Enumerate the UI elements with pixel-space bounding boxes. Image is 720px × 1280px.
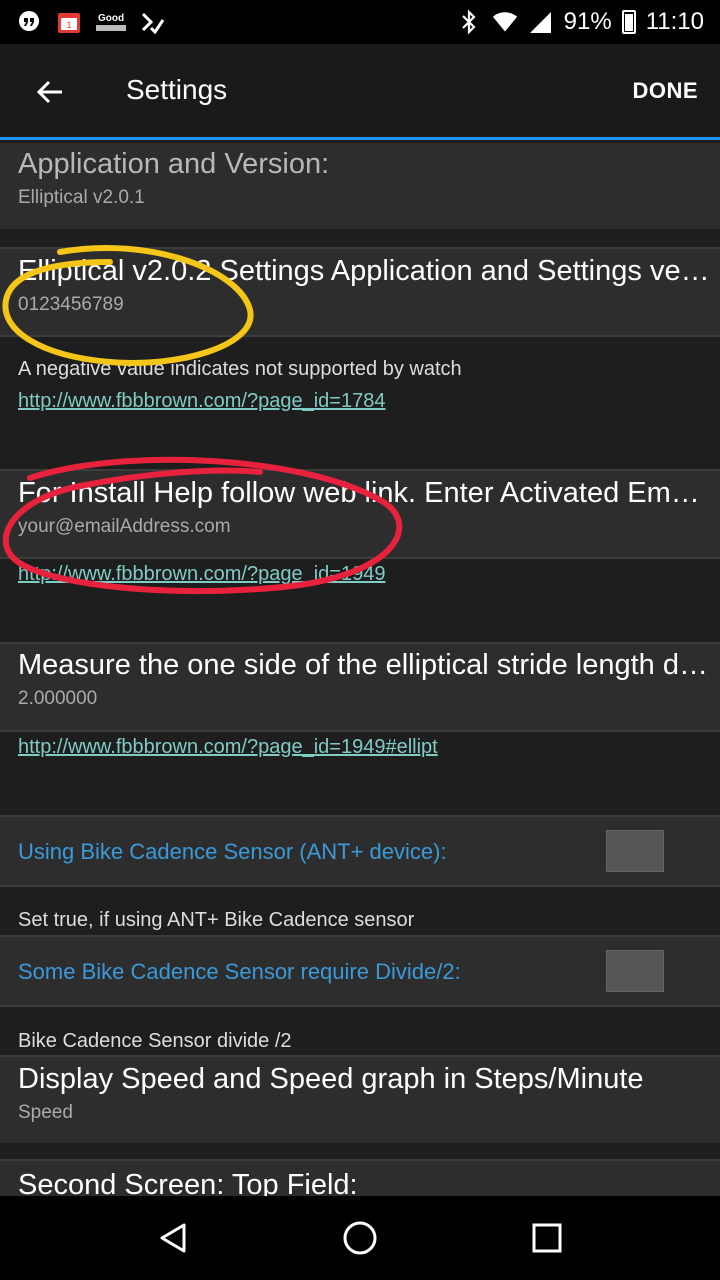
bluetooth-icon (456, 9, 482, 35)
setting-speed[interactable]: Display Speed and Speed graph in Steps/M… (0, 1057, 720, 1143)
back-button[interactable] (28, 70, 72, 114)
setting-app-version: Application and Version: Elliptical v2.0… (0, 143, 720, 229)
setting-value: Elliptical v2.0.1 (18, 187, 145, 208)
checklist-icon (140, 9, 166, 35)
setting-title: Second Screen: Top Field: (18, 1169, 358, 1196)
setting-note: Bike Cadence Sensor divide /2 (0, 1030, 720, 1053)
setting-title: Display Speed and Speed graph in Steps/M… (18, 1063, 644, 1095)
setting-title: Elliptical v2.0.2 Settings Application a… (18, 255, 714, 287)
page-title: Settings (126, 74, 228, 105)
setting-divide[interactable]: Some Bike Cadence Sensor require Divide/… (0, 937, 720, 1005)
setting-note: Set true, if using ANT+ Bike Cadence sen… (0, 909, 720, 932)
setting-value: Speed (18, 1102, 73, 1123)
cell-signal-icon (528, 9, 554, 35)
setting-value: 0123456789 (18, 294, 124, 315)
bike-sensor-checkbox[interactable] (606, 830, 664, 872)
wifi-icon (492, 9, 518, 35)
setting-title: Application and Version: (18, 148, 330, 180)
setting-value: 2.000000 (18, 688, 98, 709)
divider (0, 1005, 720, 1007)
square-recents-icon (532, 1223, 562, 1253)
divider (0, 885, 720, 887)
triangle-back-icon (160, 1223, 186, 1253)
link-1784[interactable]: http://www.fbbbrown.com/?page_id=1784 (18, 390, 385, 412)
app-bar: Settings DONE (0, 44, 720, 140)
help-link: http://www.fbbbrown.com/?page_id=1949#el… (0, 736, 720, 759)
nav-back-button[interactable] (148, 1213, 198, 1263)
done-button[interactable]: DONE (632, 78, 698, 104)
setting-value: your@emailAddress.com (18, 516, 231, 537)
circle-home-icon (343, 1221, 377, 1255)
help-link: http://www.fbbbrown.com/?page_id=1949 (0, 563, 720, 586)
help-note: A negative value indicates not supported… (0, 358, 720, 381)
divider (0, 335, 720, 337)
setting-title: For Install Help follow web link. Enter … (18, 477, 714, 509)
link-ellipt[interactable]: http://www.fbbbrown.com/?page_id=1949#el… (18, 736, 438, 758)
back-arrow-icon (36, 80, 62, 104)
setting-settings-version[interactable]: Elliptical v2.0.2 Settings Application a… (0, 249, 720, 335)
divide-checkbox[interactable] (606, 950, 664, 992)
help-link: http://www.fbbbrown.com/?page_id=1784 (0, 390, 720, 413)
svg-text:1: 1 (66, 20, 71, 30)
link-1949[interactable]: http://www.fbbbrown.com/?page_id=1949 (18, 563, 385, 585)
note-text: Set true, if using ANT+ Bike Cadence sen… (18, 909, 415, 931)
battery-icon (621, 10, 636, 34)
setting-title: Measure the one side of the elliptical s… (18, 649, 714, 681)
note-text: Bike Cadence Sensor divide /2 (18, 1030, 292, 1052)
setting-bike-sensor[interactable]: Using Bike Cadence Sensor (ANT+ device): (0, 817, 720, 885)
battery-percent: 91% (563, 8, 612, 35)
setting-second-screen[interactable]: Second Screen: Top Field: (0, 1161, 720, 1196)
setting-email[interactable]: For Install Help follow web link. Enter … (0, 471, 720, 557)
note-text: A negative value indicates not supported… (18, 358, 462, 380)
settings-list[interactable]: Application and Version: Elliptical v2.0… (0, 143, 720, 1196)
system-nav-bar (0, 1196, 720, 1280)
divider (0, 557, 720, 559)
clock: 11:10 (645, 8, 704, 35)
nav-recents-button[interactable] (522, 1213, 572, 1263)
setting-stride[interactable]: Measure the one side of the elliptical s… (0, 644, 720, 730)
status-bar: 1 Good 91% 11:10 (0, 0, 720, 44)
hangouts-icon (16, 9, 42, 35)
nav-home-button[interactable] (335, 1213, 385, 1263)
calendar-icon: 1 (56, 9, 82, 35)
divider (0, 730, 720, 732)
good-app-icon: Good (96, 13, 127, 31)
